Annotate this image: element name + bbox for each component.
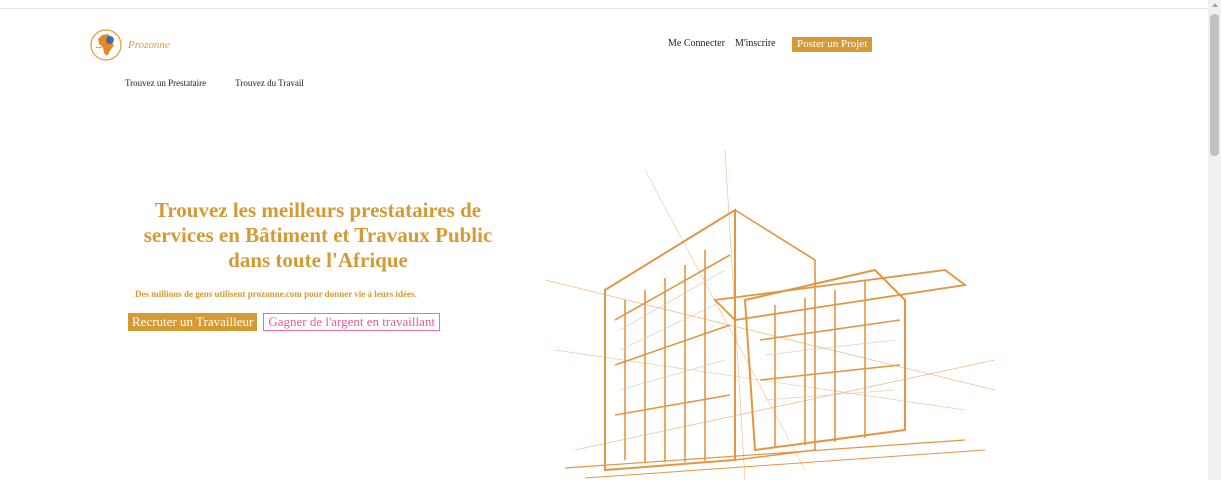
post-project-button[interactable]: Poster un Projet	[792, 37, 873, 52]
sub-nav: Trouvez un Prestataire Trouvez du Travai…	[125, 78, 304, 88]
signup-link[interactable]: M'inscrire	[735, 38, 776, 49]
hero-title-line-2: services en Bâtiment et Travaux Public	[143, 223, 493, 247]
hero-title-line-1: Trouvez les meilleurs prestataires de	[154, 198, 482, 222]
scrollbar-thumb[interactable]	[1210, 14, 1219, 156]
brand-logo[interactable]: Prozonne	[90, 28, 170, 62]
find-work-link[interactable]: Trouvez du Travail	[235, 78, 304, 88]
scroll-up-arrow-icon[interactable]	[1212, 3, 1218, 7]
find-provider-link[interactable]: Trouvez un Prestataire	[125, 78, 206, 88]
login-link[interactable]: Me Connecter	[668, 38, 725, 49]
hero-cta-row: Recruter un Travailleur Gagner de l'arge…	[128, 313, 441, 331]
hero-subtitle: Des millions de gens utilisent prozonne.…	[135, 289, 417, 299]
hero-title-line-3: dans toute l'Afrique	[228, 248, 408, 272]
top-divider	[0, 8, 1208, 9]
hire-worker-button[interactable]: Recruter un Travailleur	[128, 313, 258, 331]
top-nav: Me Connecter M'inscrire	[668, 38, 776, 49]
brand-name: Prozonne	[128, 39, 170, 51]
earn-money-button[interactable]: Gagner de l'argent en travaillant	[263, 313, 441, 331]
africa-globe-logo-icon	[90, 29, 122, 61]
hero-title: Trouvez les meilleurs prestataires de se…	[128, 198, 508, 273]
building-sketch-illustration	[545, 150, 995, 480]
